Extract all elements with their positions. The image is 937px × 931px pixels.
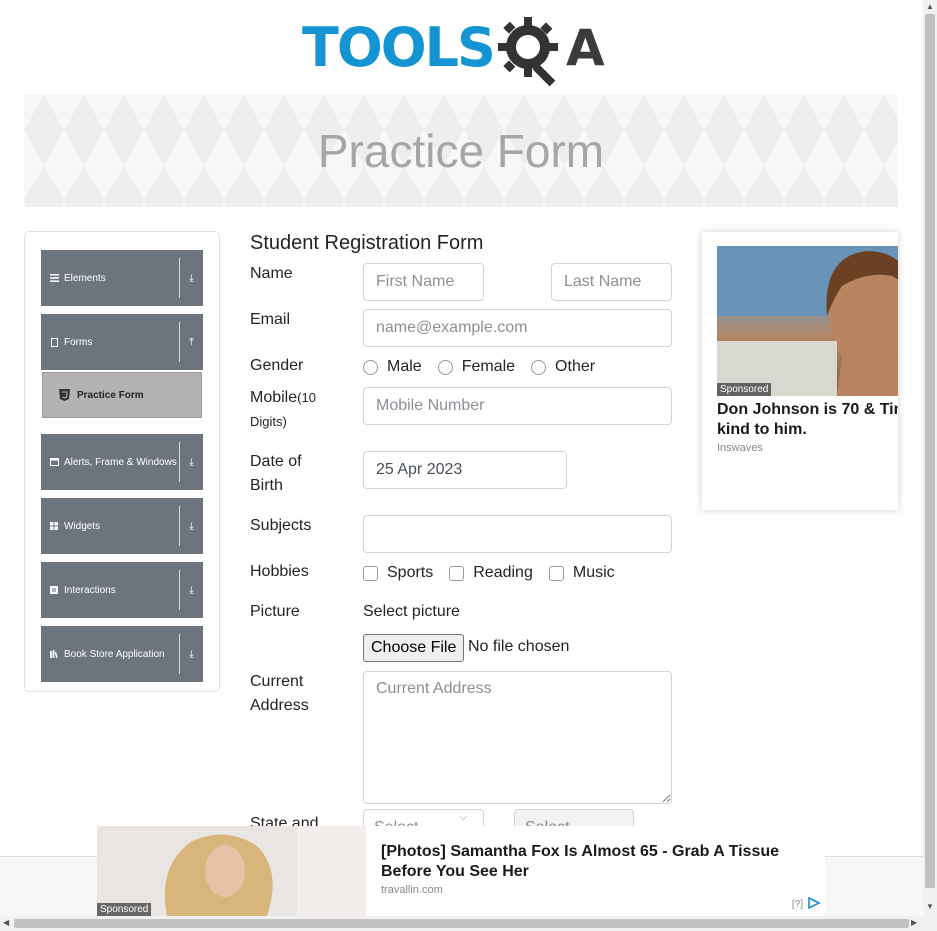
expand-arrow-icon[interactable]: ⤓ xyxy=(180,585,203,596)
expand-arrow-icon[interactable]: ⤓ xyxy=(180,521,203,532)
mobile-input[interactable] xyxy=(363,387,672,425)
name-label: Name xyxy=(250,265,293,282)
gender-other-radio[interactable]: Other xyxy=(531,358,595,376)
page-banner: Practice Form xyxy=(24,95,898,207)
ad-headline[interactable]: [Photos] Samantha Fox Is Almost 65 - Gra… xyxy=(381,842,801,882)
ad-source: Inswaves xyxy=(717,442,763,454)
html5-icon xyxy=(58,389,70,401)
date-of-birth-input[interactable]: 25 Apr 2023 xyxy=(363,451,567,489)
sidebar-group-label: Elements xyxy=(64,272,106,284)
radio-label: Male xyxy=(387,358,422,375)
scroll-right-icon[interactable]: ▶ xyxy=(911,918,917,927)
sidebar-group-alerts[interactable]: Alerts, Frame & Windows ⤓ xyxy=(41,434,203,490)
chevron-down-icon: ⌵ xyxy=(459,812,467,823)
page-title: Practice Form xyxy=(317,125,605,177)
hobbies-label: Hobbies xyxy=(250,563,309,580)
scroll-up-icon[interactable]: ▲ xyxy=(926,2,934,11)
sidebar-group-forms[interactable]: Forms ⤒ xyxy=(41,314,203,370)
left-sidebar: Elements ⤓ Forms ⤒ Practice Form Alerts,… xyxy=(24,231,220,692)
ad-headline[interactable]: Don Johnson is 70 & Time kind to him. xyxy=(717,400,898,440)
logo-a-text: A xyxy=(565,19,605,77)
gender-label: Gender xyxy=(250,357,304,374)
sponsored-badge: Sponsored xyxy=(717,383,772,396)
radio-label: Female xyxy=(461,358,516,375)
interactions-icon xyxy=(49,585,59,595)
last-name-input[interactable] xyxy=(551,263,672,301)
radio-label: Other xyxy=(555,358,596,375)
ad-help-link[interactable]: [?] xyxy=(792,899,803,910)
choose-file-button[interactable]: Choose File xyxy=(363,634,465,662)
email-input[interactable] xyxy=(363,309,672,347)
scroll-down-icon[interactable]: ▼ xyxy=(926,902,934,911)
hobby-sports-checkbox[interactable]: Sports xyxy=(363,564,433,582)
toolsqa-logo[interactable]: TOOLS A xyxy=(302,10,605,87)
ad-image: Sponsored xyxy=(717,246,898,396)
vertical-scrollbar[interactable]: ▲ ▼ xyxy=(923,0,937,916)
sidebar-group-label: Book Store Application xyxy=(64,648,165,660)
practice-form: Student Registration Form Name Email Gen… xyxy=(250,230,680,830)
gender-male-radio[interactable]: Male xyxy=(363,358,422,376)
current-address-label: Current Address xyxy=(250,673,309,714)
mobile-label: Mobile(10 Digits) xyxy=(250,389,316,429)
expand-arrow-icon[interactable]: ⤓ xyxy=(180,273,203,284)
subjects-label: Subjects xyxy=(250,517,312,534)
sidebar-group-book-store[interactable]: Book Store Application ⤓ xyxy=(41,626,203,682)
no-file-text: No file chosen xyxy=(468,638,570,655)
gender-female-radio[interactable]: Female xyxy=(437,358,516,376)
picture-label: Picture xyxy=(250,603,300,620)
sidebar-group-label: Interactions xyxy=(64,584,116,596)
logo-tools-text: TOOLS xyxy=(302,16,496,79)
sidebar-group-label: Widgets xyxy=(64,520,101,532)
ad-choices[interactable]: [?] xyxy=(792,896,821,912)
vertical-scroll-thumb[interactable] xyxy=(925,14,935,888)
hobby-music-checkbox[interactable]: Music xyxy=(548,564,615,582)
ad-source: travallin.com xyxy=(381,884,443,896)
form-title: Student Registration Form xyxy=(250,232,484,254)
sponsored-badge: Sponsored xyxy=(97,903,152,916)
collapse-arrow-icon[interactable]: ⤒ xyxy=(180,337,203,348)
sidebar-group-label: Forms xyxy=(64,336,93,348)
sidebar-item-practice-form[interactable]: Practice Form xyxy=(42,372,202,418)
adchoices-icon xyxy=(807,896,821,912)
scroll-left-icon[interactable]: ◀ xyxy=(3,918,9,927)
horizontal-scrollbar[interactable]: ◀ ▶ xyxy=(0,916,937,931)
gender-radio-group: Male Female Other xyxy=(363,358,611,376)
window-icon xyxy=(49,457,59,467)
checkbox-label: Reading xyxy=(473,564,533,581)
list-icon xyxy=(49,273,59,283)
hobby-reading-checkbox[interactable]: Reading xyxy=(449,564,533,582)
sidebar-group-interactions[interactable]: Interactions ⤓ xyxy=(41,562,203,618)
checkbox-label: Sports xyxy=(387,564,434,581)
widgets-icon xyxy=(49,521,59,531)
bookstore-icon xyxy=(49,649,59,659)
bottom-ad[interactable]: Sponsored [Photos] Samantha Fox Is Almos… xyxy=(97,826,825,916)
picture-hint: Select picture xyxy=(363,603,460,620)
document-icon xyxy=(49,337,59,347)
first-name-input[interactable] xyxy=(363,263,484,301)
expand-arrow-icon[interactable]: ⤓ xyxy=(180,649,203,660)
horizontal-scroll-thumb[interactable] xyxy=(14,919,909,928)
expand-arrow-icon[interactable]: ⤓ xyxy=(180,457,203,468)
dob-label: Date of Birth xyxy=(250,453,302,494)
subjects-input[interactable] xyxy=(363,515,672,553)
sidebar-ad[interactable]: Sponsored Don Johnson is 70 & Time kind … xyxy=(702,232,898,510)
checkbox-label: Music xyxy=(572,564,615,581)
ad-image: Sponsored xyxy=(97,826,366,916)
hobbies-checkbox-group: Sports Reading Music xyxy=(363,564,631,582)
sidebar-group-label: Alerts, Frame & Windows xyxy=(64,456,177,468)
email-label: Email xyxy=(250,311,291,328)
current-address-textarea[interactable] xyxy=(363,671,672,804)
sidebar-item-label: Practice Form xyxy=(77,389,144,401)
gear-magnifier-icon xyxy=(496,13,566,87)
sidebar-group-elements[interactable]: Elements ⤓ xyxy=(41,250,203,306)
sidebar-group-widgets[interactable]: Widgets ⤓ xyxy=(41,498,203,554)
